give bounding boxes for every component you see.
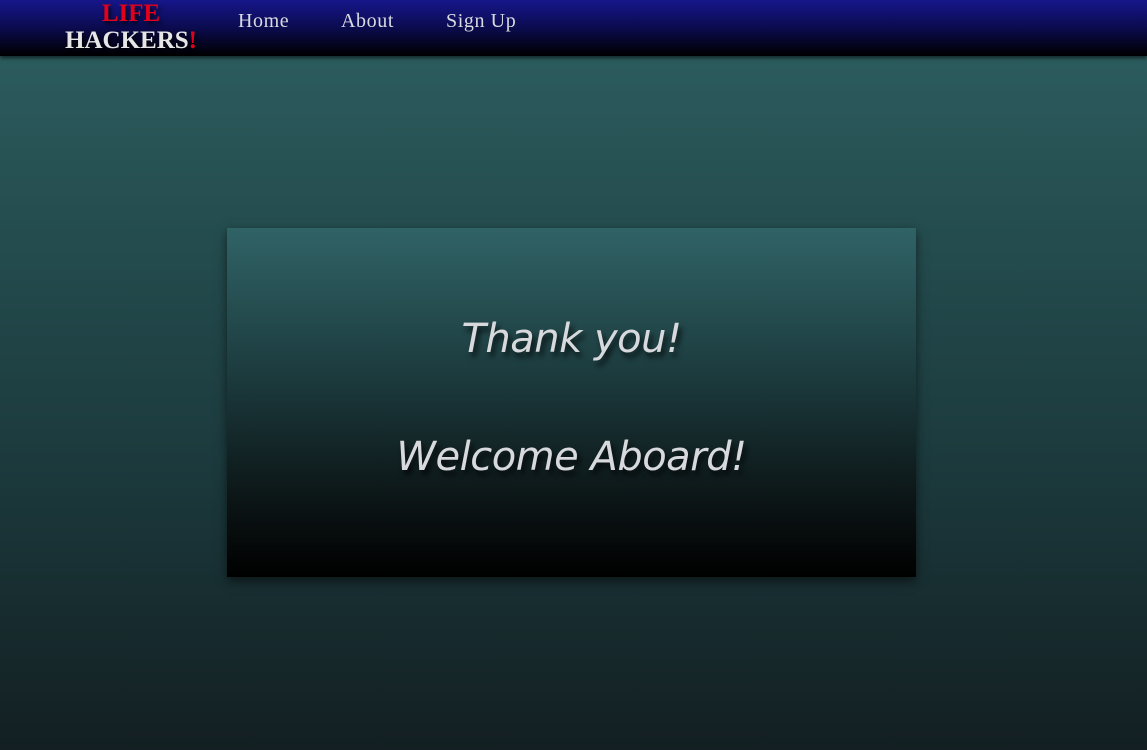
thank-you-heading: Thank you! — [461, 316, 682, 362]
logo-line-life: LIFE — [101, 0, 161, 27]
nav-link-sign-up[interactable]: Sign Up — [446, 10, 516, 33]
site-logo[interactable]: LIFE HACKERS! — [64, 0, 198, 55]
logo-line-hackers: HACKERS! — [64, 27, 198, 55]
logo-hackers-text: HACKERS — [65, 27, 189, 54]
confirmation-card: Thank you! Welcome Aboard! — [227, 228, 916, 577]
welcome-aboard-heading: Welcome Aboard! — [396, 434, 747, 480]
logo-exclaim: ! — [188, 27, 197, 54]
nav-link-home[interactable]: Home — [238, 10, 289, 33]
navbar: LIFE HACKERS! Home About Sign Up — [0, 0, 1147, 56]
nav-link-about[interactable]: About — [341, 10, 394, 33]
